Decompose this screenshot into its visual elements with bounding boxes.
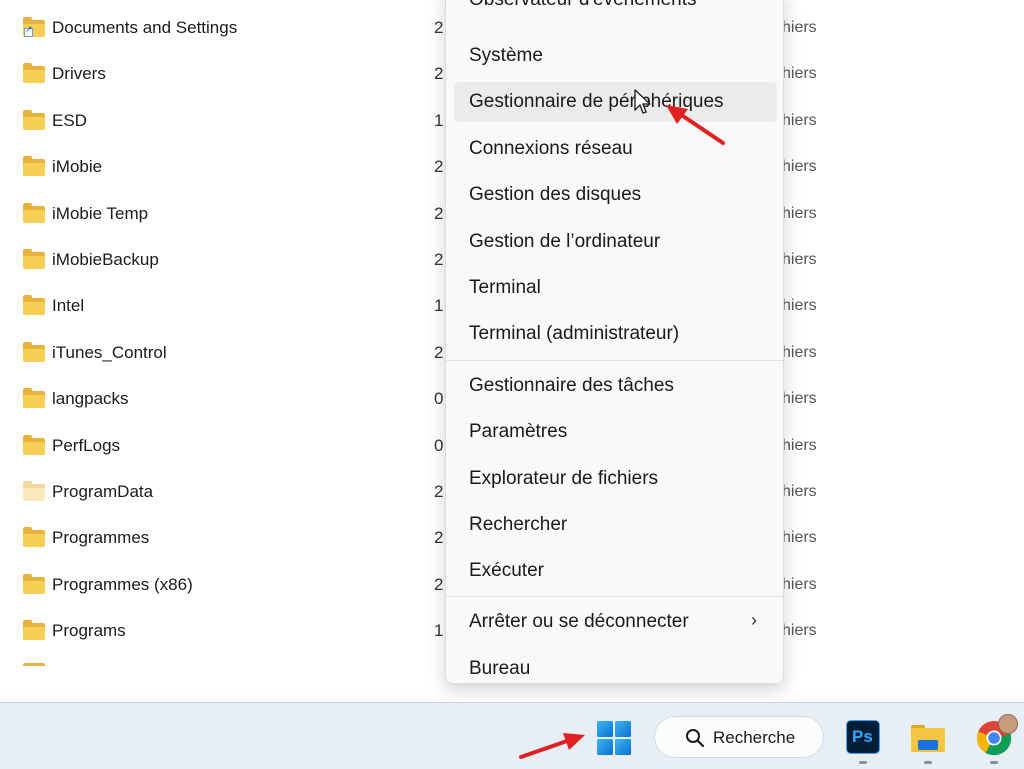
taskbar-search-box[interactable]: Recherche bbox=[654, 716, 824, 758]
file-name: iMobie Temp bbox=[52, 203, 149, 223]
photoshop-icon: Ps bbox=[846, 720, 880, 754]
file-explorer-icon bbox=[911, 725, 945, 752]
file-type: hiers bbox=[782, 297, 817, 315]
folder-shortcut-icon bbox=[23, 17, 45, 37]
folder-icon bbox=[23, 63, 45, 84]
taskbar: Recherche Ps bbox=[0, 702, 1024, 769]
profile-avatar bbox=[998, 714, 1018, 734]
file-type: hiers bbox=[782, 436, 817, 454]
menu-item-label: Gestion des disques bbox=[469, 184, 642, 205]
menu-item-system[interactable]: Système bbox=[454, 36, 777, 76]
menu-item-label: Terminal bbox=[469, 277, 541, 298]
file-type: hiers bbox=[782, 158, 817, 176]
menu-item-label: Bureau bbox=[469, 658, 531, 679]
folder-icon bbox=[23, 249, 45, 269]
menu-item-label: Paramètres bbox=[469, 421, 568, 442]
photoshop-icon-label: Ps bbox=[852, 727, 873, 746]
running-indicator bbox=[859, 761, 867, 764]
file-name: Intel bbox=[52, 296, 85, 316]
menu-item-task-manager[interactable]: Gestionnaire des tâches bbox=[454, 366, 777, 406]
taskbar-app-photoshop[interactable]: Ps bbox=[846, 720, 880, 754]
menu-item-terminal[interactable]: Terminal bbox=[454, 268, 777, 308]
menu-item-label: Terminal (administrateur) bbox=[469, 323, 680, 344]
menu-item-label: Exécuter bbox=[469, 560, 544, 581]
file-name: langpacks bbox=[52, 389, 129, 409]
file-type: hiers bbox=[782, 575, 817, 593]
file-type: hiers bbox=[782, 390, 817, 408]
start-button[interactable] bbox=[592, 716, 636, 760]
file-name: Documents and Settings bbox=[52, 18, 238, 37]
folder-icon bbox=[23, 620, 45, 641]
menu-separator bbox=[446, 360, 783, 361]
annotation-arrow-menu bbox=[666, 105, 725, 145]
folder-icon bbox=[23, 663, 45, 666]
file-name: PerfLogs bbox=[52, 435, 121, 455]
file-type: hiers bbox=[782, 111, 817, 129]
menu-item-disk-management[interactable]: Gestion des disques bbox=[454, 175, 777, 215]
menu-item-label: Gestionnaire des tâches bbox=[469, 375, 674, 396]
folder-icon bbox=[23, 202, 45, 223]
taskbar-app-chrome[interactable] bbox=[975, 714, 1018, 757]
file-name: iMobieBackup bbox=[52, 250, 159, 269]
file-type: hiers bbox=[782, 65, 817, 83]
file-name: iMobie bbox=[52, 157, 103, 177]
file-name: Programs bbox=[52, 621, 126, 641]
file-name: ProgramData bbox=[52, 482, 154, 501]
menu-item-event-viewer[interactable]: Observateur d'événements bbox=[454, 0, 777, 20]
menu-item-label: Observateur d'événements bbox=[469, 0, 697, 11]
menu-item-label: Gestion de l’ordinateur bbox=[469, 231, 661, 252]
menu-item-label: Système bbox=[469, 45, 543, 66]
menu-item-search[interactable]: Rechercher bbox=[454, 505, 777, 545]
menu-item-label: Connexions réseau bbox=[469, 138, 633, 159]
folder-icon bbox=[23, 434, 45, 455]
menu-item-label: Explorateur de fichiers bbox=[469, 468, 659, 489]
file-type: hiers bbox=[782, 622, 817, 640]
menu-item-computer-management[interactable]: Gestion de l’ordinateur bbox=[454, 222, 777, 262]
folder-icon bbox=[23, 341, 45, 362]
running-indicator bbox=[990, 761, 998, 764]
winx-context-menu: Observateur d'événements Système Gestionna… bbox=[445, 0, 784, 684]
menu-item-settings[interactable]: Paramètres bbox=[454, 412, 777, 452]
search-icon bbox=[686, 729, 705, 748]
file-type: hiers bbox=[782, 483, 817, 500]
folder-icon bbox=[23, 156, 45, 177]
menu-item-label: Arrêter ou se déconnecter bbox=[469, 611, 689, 632]
taskbar-app-file-explorer[interactable] bbox=[909, 721, 947, 755]
chevron-right-icon: › bbox=[751, 610, 757, 630]
menu-item-shutdown-signout[interactable]: Arrêter ou se déconnecter › bbox=[454, 602, 777, 642]
menu-item-label: Rechercher bbox=[469, 514, 568, 535]
file-type: hiers bbox=[782, 529, 817, 547]
folder-icon bbox=[23, 388, 45, 409]
search-label: Recherche bbox=[713, 728, 796, 747]
file-type: hiers bbox=[782, 19, 817, 36]
annotation-arrow-start bbox=[519, 733, 585, 759]
windows-start-icon bbox=[597, 721, 631, 755]
menu-item-desktop[interactable]: Bureau bbox=[454, 649, 777, 689]
file-name: iTunes_Control bbox=[52, 342, 167, 362]
folder-icon bbox=[23, 527, 45, 548]
folder-icon bbox=[23, 573, 45, 594]
file-name: Drivers bbox=[52, 64, 106, 84]
file-name: ESD bbox=[52, 110, 87, 130]
file-type: hiers bbox=[782, 251, 817, 268]
folder-icon bbox=[23, 295, 45, 316]
folder-icon bbox=[23, 109, 45, 130]
file-name: Programmes bbox=[52, 528, 150, 548]
menu-item-file-explorer[interactable]: Explorateur de fichiers bbox=[454, 459, 777, 499]
menu-separator bbox=[446, 596, 783, 597]
running-indicator bbox=[924, 761, 932, 764]
folder-icon bbox=[23, 481, 45, 501]
file-type: hiers bbox=[782, 343, 817, 361]
menu-item-run[interactable]: Exécuter bbox=[454, 551, 777, 591]
file-name: Programmes (x86) bbox=[52, 574, 193, 594]
mouse-cursor-icon bbox=[634, 89, 651, 114]
file-type: hiers bbox=[782, 204, 817, 222]
menu-item-terminal-admin[interactable]: Terminal (administrateur) bbox=[454, 314, 777, 354]
